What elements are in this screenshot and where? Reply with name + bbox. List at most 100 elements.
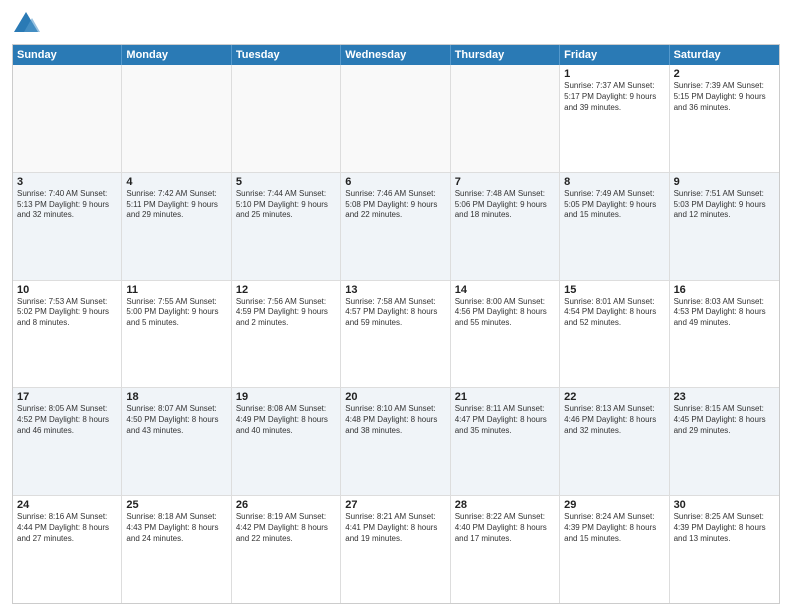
day-number: 17 [17,391,117,403]
day-content: Sunrise: 7:51 AM Sunset: 5:03 PM Dayligh… [674,189,775,221]
day-cell-12: 12Sunrise: 7:56 AM Sunset: 4:59 PM Dayli… [232,281,341,388]
calendar-row-1: 3Sunrise: 7:40 AM Sunset: 5:13 PM Daylig… [13,173,779,281]
header-day-tuesday: Tuesday [232,45,341,65]
day-cell-15: 15Sunrise: 8:01 AM Sunset: 4:54 PM Dayli… [560,281,669,388]
calendar-header: SundayMondayTuesdayWednesdayThursdayFrid… [13,45,779,65]
day-content: Sunrise: 7:48 AM Sunset: 5:06 PM Dayligh… [455,189,555,221]
day-cell-9: 9Sunrise: 7:51 AM Sunset: 5:03 PM Daylig… [670,173,779,280]
day-number: 29 [564,499,664,511]
header-day-sunday: Sunday [13,45,122,65]
day-content: Sunrise: 8:08 AM Sunset: 4:49 PM Dayligh… [236,404,336,436]
header-day-saturday: Saturday [670,45,779,65]
day-content: Sunrise: 7:49 AM Sunset: 5:05 PM Dayligh… [564,189,664,221]
empty-cell [13,65,122,172]
day-cell-19: 19Sunrise: 8:08 AM Sunset: 4:49 PM Dayli… [232,388,341,495]
day-number: 28 [455,499,555,511]
day-number: 9 [674,176,775,188]
day-content: Sunrise: 7:56 AM Sunset: 4:59 PM Dayligh… [236,297,336,329]
day-cell-21: 21Sunrise: 8:11 AM Sunset: 4:47 PM Dayli… [451,388,560,495]
header-day-friday: Friday [560,45,669,65]
day-content: Sunrise: 7:46 AM Sunset: 5:08 PM Dayligh… [345,189,445,221]
day-number: 18 [126,391,226,403]
calendar: SundayMondayTuesdayWednesdayThursdayFrid… [12,44,780,604]
day-cell-4: 4Sunrise: 7:42 AM Sunset: 5:11 PM Daylig… [122,173,231,280]
day-content: Sunrise: 7:55 AM Sunset: 5:00 PM Dayligh… [126,297,226,329]
header-day-wednesday: Wednesday [341,45,450,65]
day-number: 13 [345,284,445,296]
day-content: Sunrise: 8:03 AM Sunset: 4:53 PM Dayligh… [674,297,775,329]
day-cell-24: 24Sunrise: 8:16 AM Sunset: 4:44 PM Dayli… [13,496,122,603]
day-cell-22: 22Sunrise: 8:13 AM Sunset: 4:46 PM Dayli… [560,388,669,495]
day-number: 23 [674,391,775,403]
page: SundayMondayTuesdayWednesdayThursdayFrid… [0,0,792,612]
day-number: 16 [674,284,775,296]
calendar-row-0: 1Sunrise: 7:37 AM Sunset: 5:17 PM Daylig… [13,65,779,173]
day-cell-7: 7Sunrise: 7:48 AM Sunset: 5:06 PM Daylig… [451,173,560,280]
header [12,10,780,38]
day-content: Sunrise: 8:00 AM Sunset: 4:56 PM Dayligh… [455,297,555,329]
day-number: 7 [455,176,555,188]
logo-icon [12,10,40,38]
day-cell-11: 11Sunrise: 7:55 AM Sunset: 5:00 PM Dayli… [122,281,231,388]
day-number: 24 [17,499,117,511]
day-number: 1 [564,68,664,80]
day-cell-26: 26Sunrise: 8:19 AM Sunset: 4:42 PM Dayli… [232,496,341,603]
day-content: Sunrise: 8:01 AM Sunset: 4:54 PM Dayligh… [564,297,664,329]
calendar-body: 1Sunrise: 7:37 AM Sunset: 5:17 PM Daylig… [13,65,779,603]
day-number: 6 [345,176,445,188]
day-content: Sunrise: 8:13 AM Sunset: 4:46 PM Dayligh… [564,404,664,436]
calendar-row-4: 24Sunrise: 8:16 AM Sunset: 4:44 PM Dayli… [13,496,779,603]
calendar-row-2: 10Sunrise: 7:53 AM Sunset: 5:02 PM Dayli… [13,281,779,389]
day-number: 19 [236,391,336,403]
day-content: Sunrise: 8:16 AM Sunset: 4:44 PM Dayligh… [17,512,117,544]
day-content: Sunrise: 8:05 AM Sunset: 4:52 PM Dayligh… [17,404,117,436]
day-number: 21 [455,391,555,403]
empty-cell [341,65,450,172]
day-content: Sunrise: 7:37 AM Sunset: 5:17 PM Dayligh… [564,81,664,113]
day-cell-27: 27Sunrise: 8:21 AM Sunset: 4:41 PM Dayli… [341,496,450,603]
day-cell-16: 16Sunrise: 8:03 AM Sunset: 4:53 PM Dayli… [670,281,779,388]
day-cell-17: 17Sunrise: 8:05 AM Sunset: 4:52 PM Dayli… [13,388,122,495]
empty-cell [122,65,231,172]
day-number: 4 [126,176,226,188]
day-content: Sunrise: 8:24 AM Sunset: 4:39 PM Dayligh… [564,512,664,544]
day-number: 5 [236,176,336,188]
day-cell-30: 30Sunrise: 8:25 AM Sunset: 4:39 PM Dayli… [670,496,779,603]
day-cell-13: 13Sunrise: 7:58 AM Sunset: 4:57 PM Dayli… [341,281,450,388]
day-content: Sunrise: 7:53 AM Sunset: 5:02 PM Dayligh… [17,297,117,329]
day-number: 11 [126,284,226,296]
logo [12,10,44,38]
day-number: 2 [674,68,775,80]
day-number: 30 [674,499,775,511]
calendar-row-3: 17Sunrise: 8:05 AM Sunset: 4:52 PM Dayli… [13,388,779,496]
day-cell-2: 2Sunrise: 7:39 AM Sunset: 5:15 PM Daylig… [670,65,779,172]
day-content: Sunrise: 8:25 AM Sunset: 4:39 PM Dayligh… [674,512,775,544]
day-cell-29: 29Sunrise: 8:24 AM Sunset: 4:39 PM Dayli… [560,496,669,603]
day-cell-23: 23Sunrise: 8:15 AM Sunset: 4:45 PM Dayli… [670,388,779,495]
empty-cell [232,65,341,172]
day-cell-8: 8Sunrise: 7:49 AM Sunset: 5:05 PM Daylig… [560,173,669,280]
day-content: Sunrise: 8:21 AM Sunset: 4:41 PM Dayligh… [345,512,445,544]
day-cell-18: 18Sunrise: 8:07 AM Sunset: 4:50 PM Dayli… [122,388,231,495]
day-number: 14 [455,284,555,296]
day-cell-1: 1Sunrise: 7:37 AM Sunset: 5:17 PM Daylig… [560,65,669,172]
day-content: Sunrise: 7:39 AM Sunset: 5:15 PM Dayligh… [674,81,775,113]
day-content: Sunrise: 8:19 AM Sunset: 4:42 PM Dayligh… [236,512,336,544]
day-content: Sunrise: 7:58 AM Sunset: 4:57 PM Dayligh… [345,297,445,329]
day-content: Sunrise: 8:18 AM Sunset: 4:43 PM Dayligh… [126,512,226,544]
day-cell-20: 20Sunrise: 8:10 AM Sunset: 4:48 PM Dayli… [341,388,450,495]
day-content: Sunrise: 7:40 AM Sunset: 5:13 PM Dayligh… [17,189,117,221]
empty-cell [451,65,560,172]
day-number: 8 [564,176,664,188]
day-number: 26 [236,499,336,511]
day-content: Sunrise: 8:10 AM Sunset: 4:48 PM Dayligh… [345,404,445,436]
day-cell-10: 10Sunrise: 7:53 AM Sunset: 5:02 PM Dayli… [13,281,122,388]
day-content: Sunrise: 8:22 AM Sunset: 4:40 PM Dayligh… [455,512,555,544]
day-number: 10 [17,284,117,296]
day-cell-6: 6Sunrise: 7:46 AM Sunset: 5:08 PM Daylig… [341,173,450,280]
header-day-thursday: Thursday [451,45,560,65]
day-number: 3 [17,176,117,188]
day-content: Sunrise: 7:42 AM Sunset: 5:11 PM Dayligh… [126,189,226,221]
day-cell-14: 14Sunrise: 8:00 AM Sunset: 4:56 PM Dayli… [451,281,560,388]
day-content: Sunrise: 8:11 AM Sunset: 4:47 PM Dayligh… [455,404,555,436]
